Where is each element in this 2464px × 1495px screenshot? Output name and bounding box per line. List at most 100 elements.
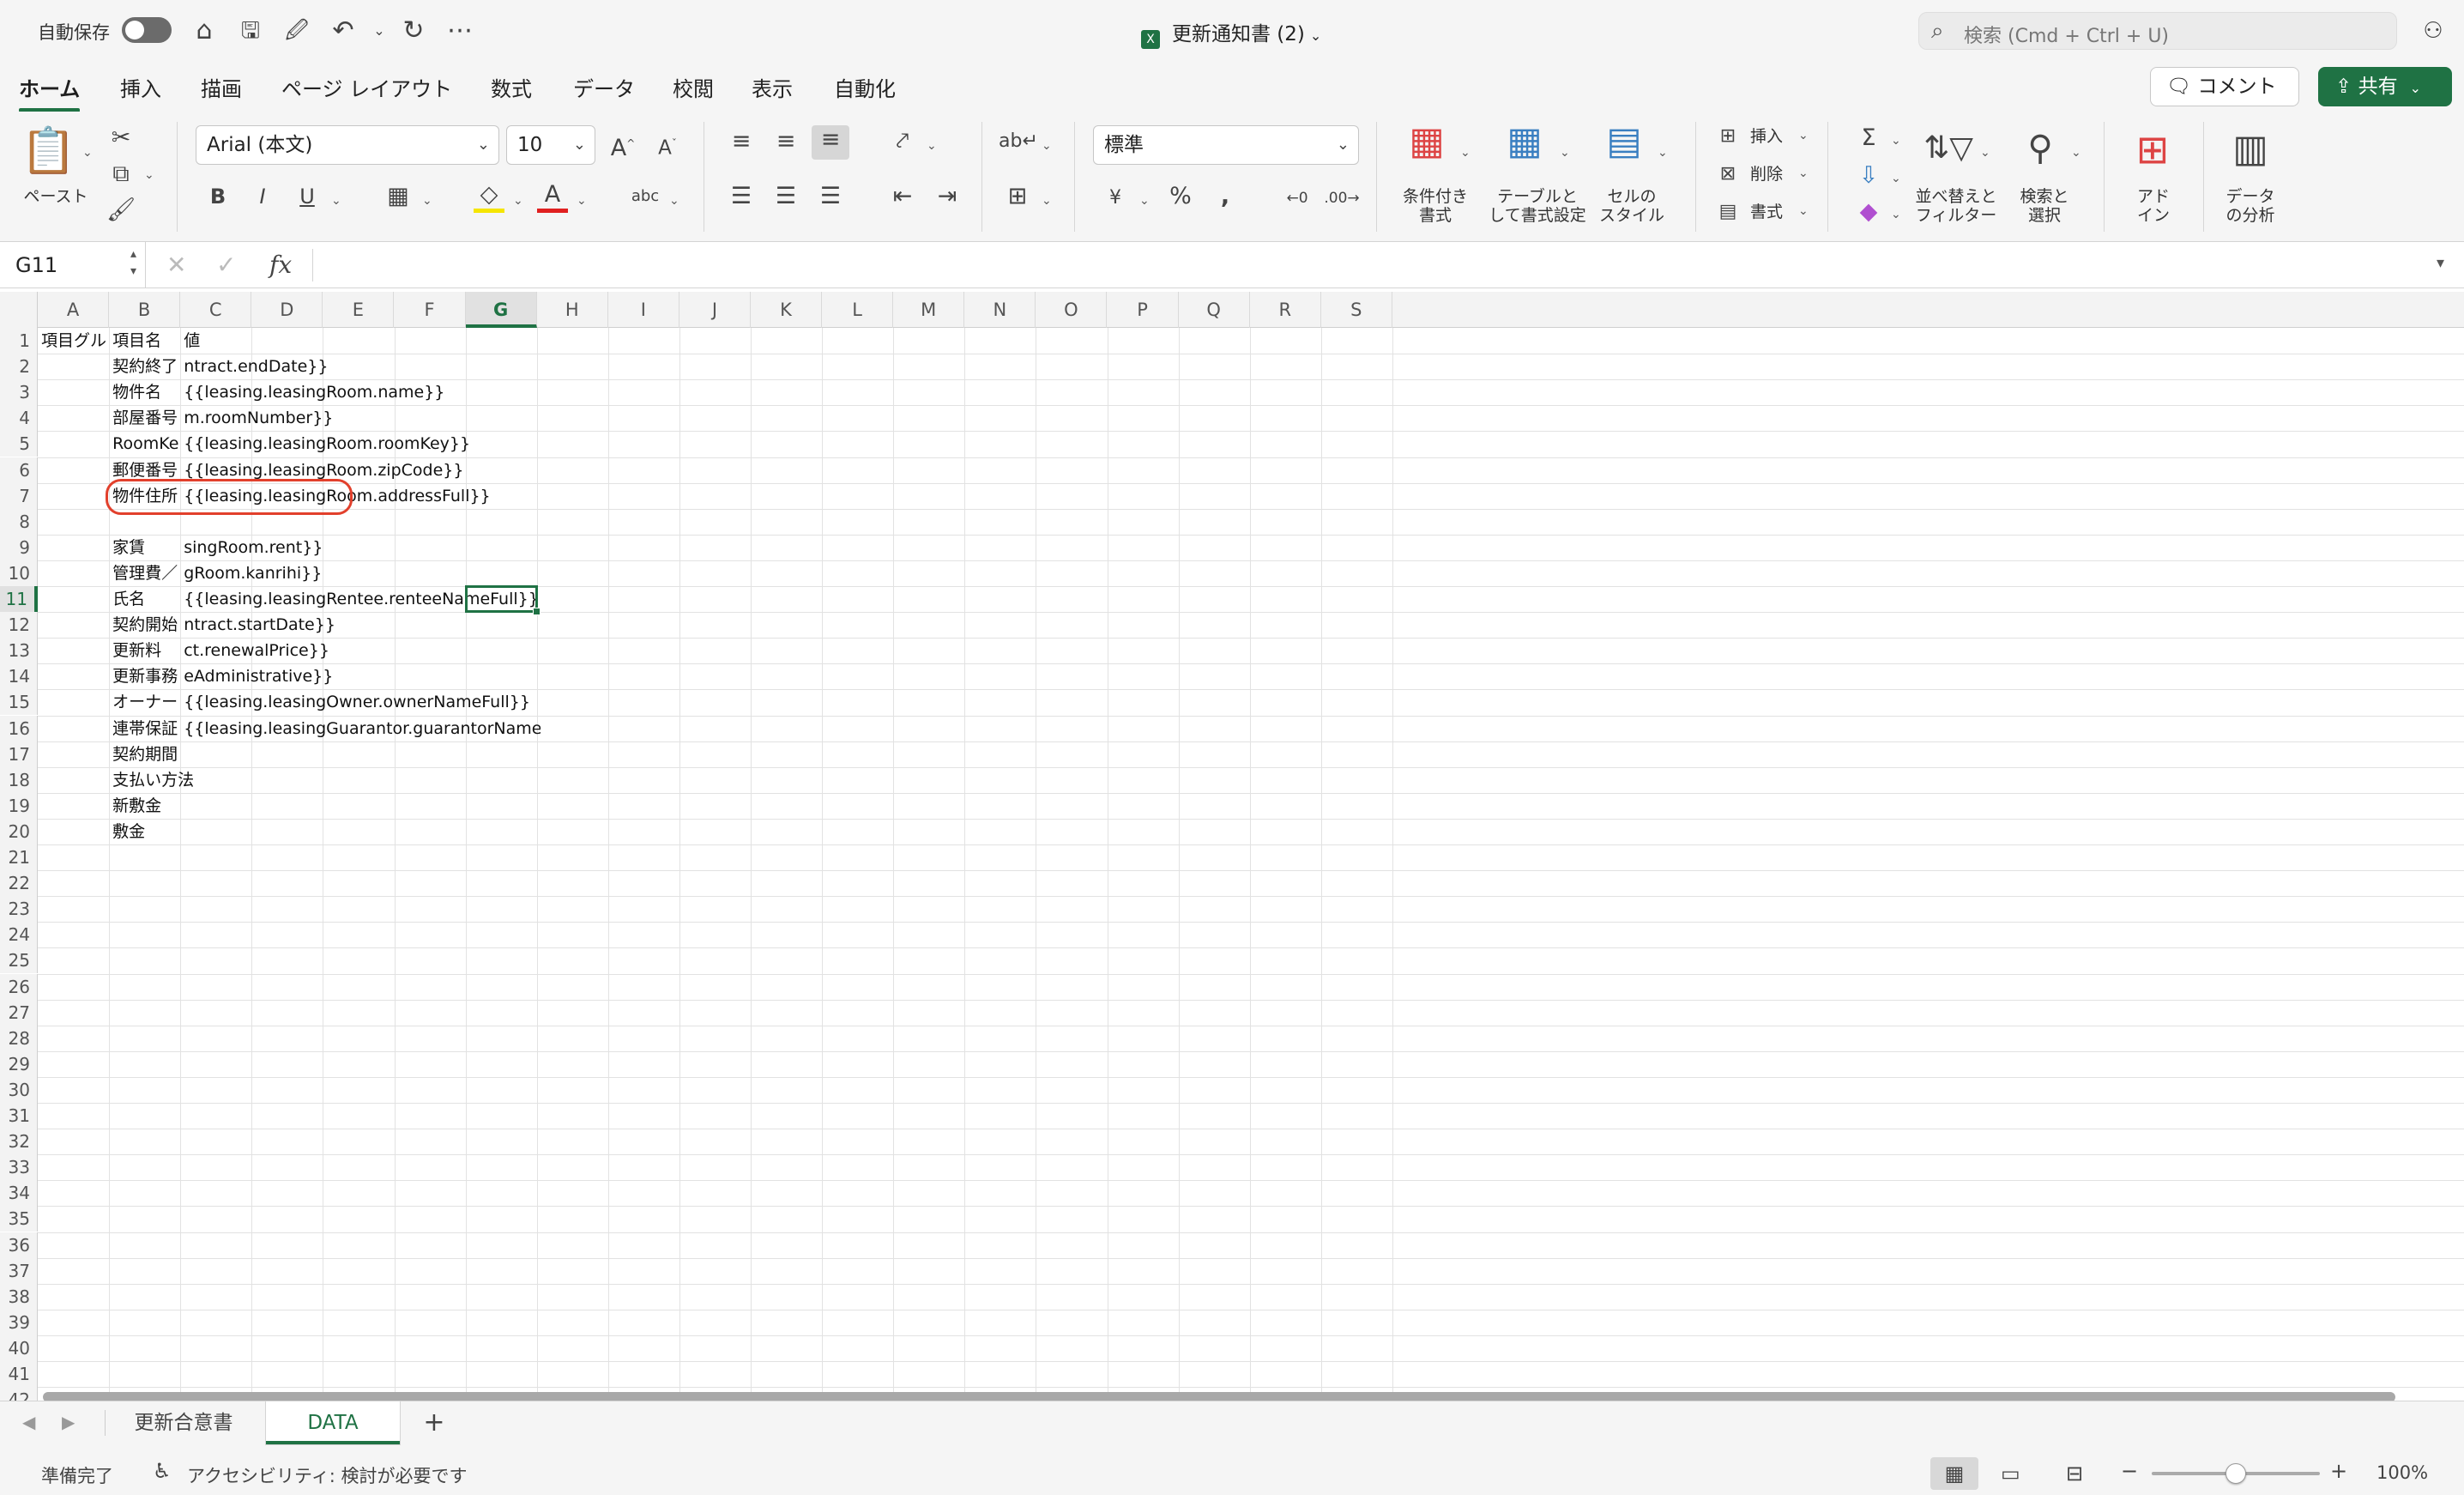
- row-header-20[interactable]: 20: [0, 818, 38, 844]
- format-cells-label[interactable]: 書式: [1750, 203, 1793, 221]
- normal-view-icon[interactable]: ▦: [1930, 1457, 1978, 1490]
- cell-c4[interactable]: m.roomNumber}}: [184, 405, 541, 431]
- analyze-data-icon[interactable]: ▥: [2222, 125, 2279, 173]
- bold-icon[interactable]: B: [202, 182, 233, 211]
- tab-formulas[interactable]: 数式: [491, 72, 532, 102]
- paste-label[interactable]: ペースト: [17, 187, 94, 206]
- insert-chevron-icon[interactable]: ⌄: [1798, 129, 1809, 142]
- row-header-33[interactable]: 33: [0, 1154, 38, 1181]
- tab-review[interactable]: 校閲: [673, 72, 714, 102]
- fill-color-icon[interactable]: ◇: [474, 180, 504, 213]
- tab-draw[interactable]: 描画: [201, 72, 242, 102]
- row-header-25[interactable]: 25: [0, 947, 38, 974]
- row-header-8[interactable]: 8: [0, 508, 38, 535]
- orientation-icon[interactable]: ⤤: [887, 127, 918, 156]
- scroll-left-icon[interactable]: ◀: [22, 1412, 35, 1432]
- autosave-toggle[interactable]: [122, 17, 172, 43]
- cell-c13[interactable]: ct.renewalPrice}}: [184, 638, 541, 663]
- percent-icon[interactable]: %: [1163, 182, 1198, 211]
- decrease-font-icon[interactable]: Aˇ: [650, 129, 685, 163]
- align-right-icon[interactable]: ☰: [815, 182, 846, 211]
- addins-icon[interactable]: ⊞: [2126, 125, 2179, 173]
- column-header-b[interactable]: B: [109, 292, 181, 328]
- column-header-p[interactable]: P: [1108, 292, 1179, 328]
- tab-insert[interactable]: 挿入: [120, 72, 161, 102]
- more-icon[interactable]: ⋯: [444, 15, 475, 46]
- cell-b15[interactable]: オーナー名: [112, 689, 178, 715]
- row-header-17[interactable]: 17: [0, 741, 38, 767]
- analyze-data-label[interactable]: データ の分析: [2213, 187, 2287, 225]
- addins-label[interactable]: アド イン: [2119, 187, 2188, 225]
- row-header-5[interactable]: 5: [0, 431, 38, 457]
- column-header-r[interactable]: R: [1250, 292, 1321, 328]
- conditional-format-chevron-icon[interactable]: ⌄: [1460, 146, 1471, 160]
- cell-b17[interactable]: 契約期間: [112, 741, 469, 767]
- comment-button[interactable]: 🗨 コメント: [2150, 67, 2299, 106]
- selected-cell[interactable]: [464, 585, 538, 614]
- row-header-39[interactable]: 39: [0, 1309, 38, 1335]
- cell-c10[interactable]: gRoom.kanrihi}}: [184, 560, 541, 586]
- cell-b13[interactable]: 更新料: [112, 638, 178, 663]
- cell-c14[interactable]: eAdministrative}}: [184, 663, 541, 689]
- format-chevron-icon[interactable]: ⌄: [1798, 204, 1809, 218]
- row-header-38[interactable]: 38: [0, 1283, 38, 1310]
- row-header-30[interactable]: 30: [0, 1076, 38, 1103]
- align-top-icon[interactable]: ≡: [726, 127, 757, 156]
- orientation-chevron-icon[interactable]: ⌄: [927, 139, 937, 153]
- decrease-indent-icon[interactable]: ⇤: [887, 182, 918, 211]
- select-all-corner[interactable]: [0, 292, 38, 328]
- clear-icon[interactable]: ◆: [1853, 197, 1884, 227]
- add-sheet-button[interactable]: +: [408, 1401, 460, 1444]
- font-color-icon[interactable]: A: [537, 180, 568, 213]
- tab-home[interactable]: ホーム: [19, 72, 81, 112]
- delete-chevron-icon[interactable]: ⌄: [1798, 166, 1809, 180]
- row-header-22[interactable]: 22: [0, 870, 38, 897]
- home-icon[interactable]: ⌂: [189, 15, 220, 46]
- delete-cells-icon[interactable]: ⊠: [1712, 160, 1743, 189]
- row-header-19[interactable]: 19: [0, 792, 38, 819]
- column-header-s[interactable]: S: [1321, 292, 1392, 328]
- column-header-c[interactable]: C: [180, 292, 252, 328]
- fill-color-chevron-icon[interactable]: ⌄: [513, 194, 523, 208]
- underline-chevron-icon[interactable]: ⌄: [331, 194, 341, 208]
- fill-chevron-icon[interactable]: ⌄: [1891, 172, 1901, 185]
- accessibility-icon[interactable]: ♿: [153, 1459, 172, 1483]
- row-header-1[interactable]: 1: [0, 328, 38, 354]
- name-box-stepper-icon[interactable]: ▴ ▾: [130, 245, 136, 280]
- column-header-g[interactable]: G: [465, 292, 537, 328]
- cell-b5[interactable]: RoomKey: [112, 431, 178, 457]
- cell-c1[interactable]: 値: [184, 328, 541, 354]
- align-center-icon[interactable]: ☰: [770, 182, 801, 211]
- cell-a1[interactable]: 項目グループ: [41, 328, 107, 354]
- account-icon[interactable]: ⚇: [2418, 15, 2449, 46]
- increase-indent-icon[interactable]: ⇥: [932, 182, 963, 211]
- cell-c3[interactable]: {{leasing.leasingRoom.name}}: [184, 379, 541, 405]
- sort-filter-icon[interactable]: ⇅▽: [1918, 127, 1978, 170]
- format-painter-icon[interactable]: 🖌: [106, 196, 136, 225]
- row-header-36[interactable]: 36: [0, 1232, 38, 1258]
- cell-c16[interactable]: {{leasing.leasingGuarantor.guarantorName…: [184, 716, 541, 741]
- formula-input[interactable]: [326, 252, 2419, 278]
- row-header-21[interactable]: 21: [0, 844, 38, 871]
- cell-c2[interactable]: ntract.endDate}}: [184, 354, 541, 379]
- row-header-42[interactable]: 42: [0, 1387, 38, 1401]
- row-header-16[interactable]: 16: [0, 715, 38, 741]
- save-icon[interactable]: 🖫: [235, 15, 266, 46]
- sheet-tab-data[interactable]: DATA: [266, 1401, 400, 1444]
- row-header-9[interactable]: 9: [0, 534, 38, 560]
- column-header-l[interactable]: L: [822, 292, 894, 328]
- cell-b3[interactable]: 物件名: [112, 379, 178, 405]
- number-format-select[interactable]: 標準 ⌄: [1093, 125, 1359, 165]
- cell-b16[interactable]: 連帯保証人: [112, 716, 178, 741]
- fill-handle[interactable]: [532, 608, 541, 616]
- underline-icon[interactable]: U: [292, 182, 323, 211]
- copy-icon[interactable]: ⧉: [106, 160, 136, 189]
- horizontal-scrollbar[interactable]: [43, 1392, 2395, 1401]
- row-header-18[interactable]: 18: [0, 766, 38, 793]
- column-header-a[interactable]: A: [38, 292, 110, 328]
- column-header-q[interactable]: Q: [1179, 292, 1250, 328]
- cell-b20[interactable]: 敷金: [112, 819, 469, 844]
- align-left-icon[interactable]: ☰: [726, 182, 757, 211]
- phonetic-chevron-icon[interactable]: ⌄: [669, 194, 679, 208]
- cancel-icon[interactable]: ✕: [166, 251, 186, 279]
